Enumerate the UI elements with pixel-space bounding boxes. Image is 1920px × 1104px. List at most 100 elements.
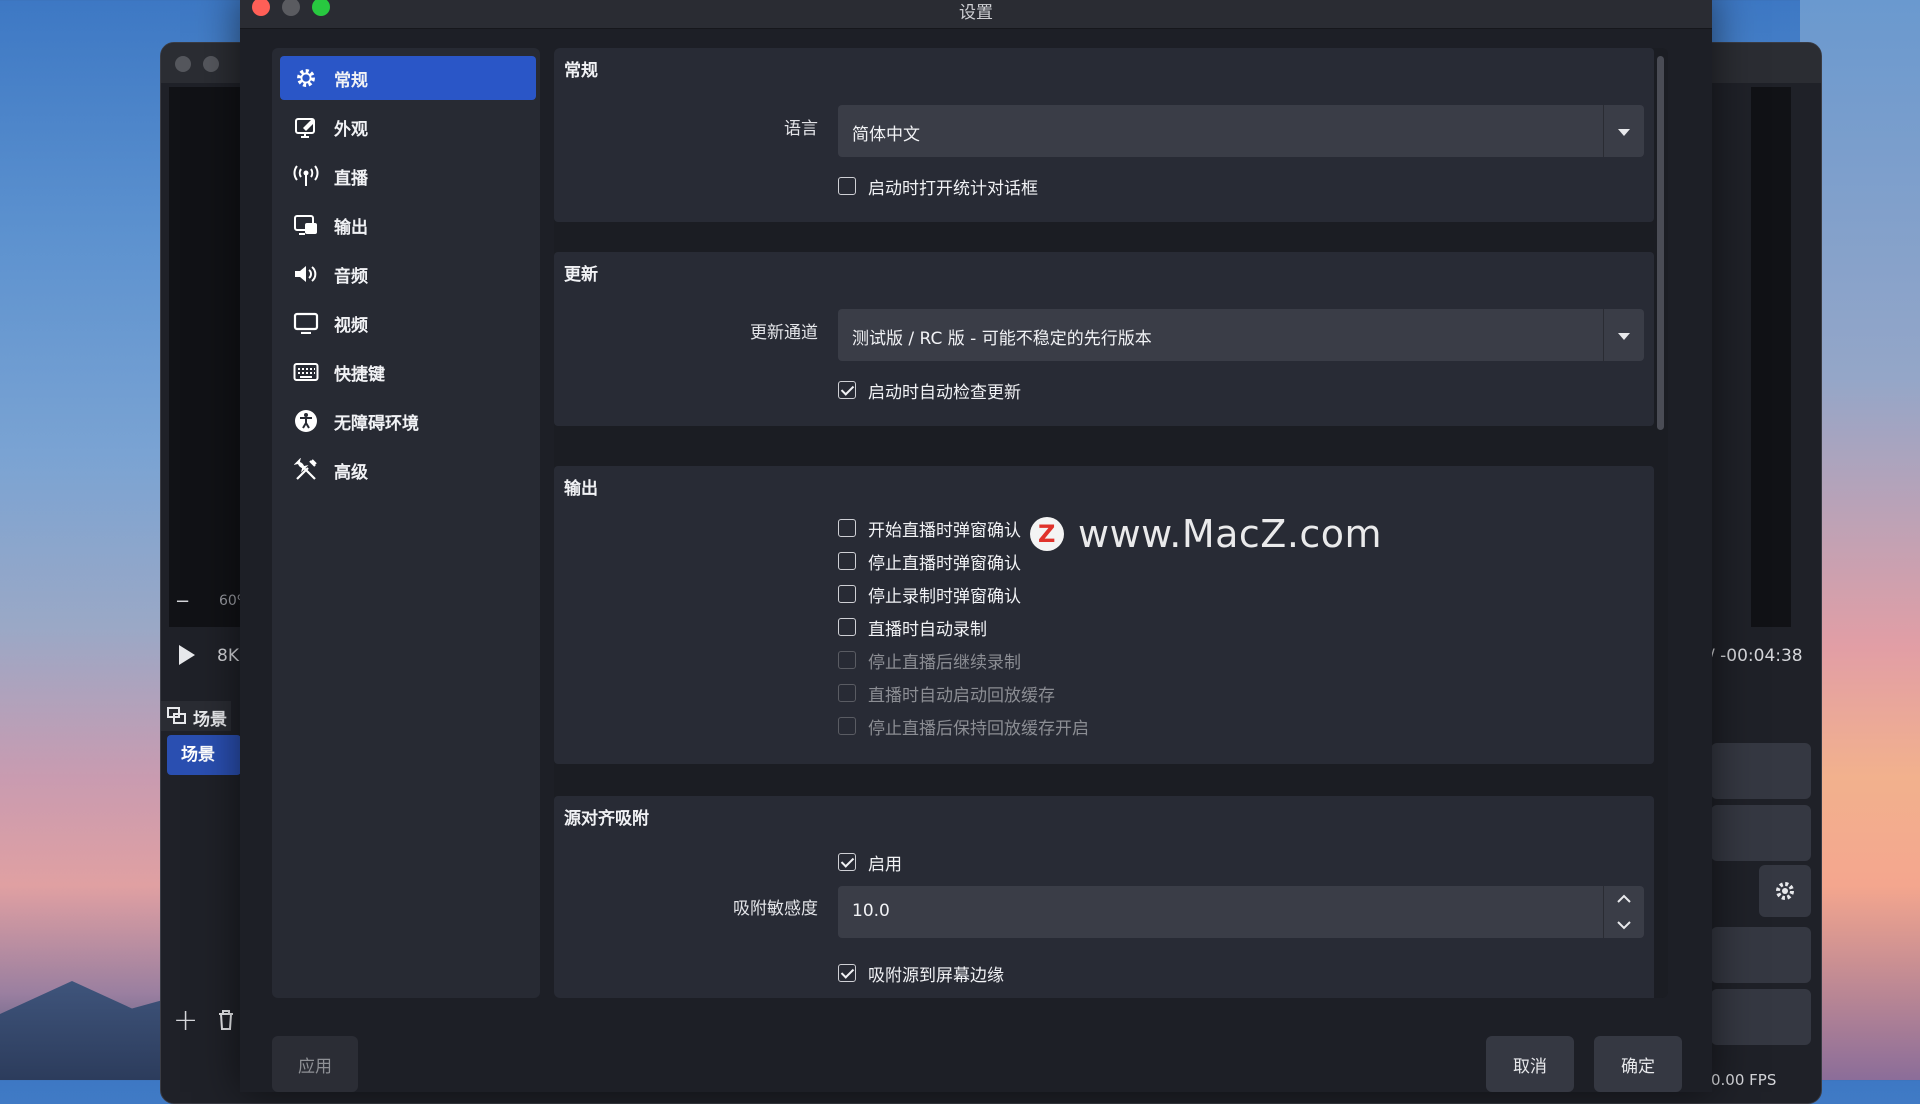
output-title: 输出 [564, 479, 598, 499]
tools-icon [292, 456, 320, 484]
language-label: 语言 [784, 119, 818, 139]
control-button[interactable] [1711, 927, 1811, 983]
checkbox-label: 启用 [868, 854, 902, 875]
update-channel-value: 测试版 / RC 版 - 可能不稳定的先行版本 [852, 329, 1152, 349]
checkbox-box [838, 717, 856, 735]
general-group: 常规 语言 简体中文 启动时打开统计对话框 [554, 48, 1654, 222]
combo-divider [1603, 309, 1604, 361]
general-title: 常规 [564, 61, 598, 81]
checkbox-box [838, 552, 856, 570]
sidebar-item-hotkeys[interactable]: 快捷键 [280, 350, 536, 394]
chevron-up-icon[interactable] [1604, 886, 1644, 912]
spin-buttons [1603, 886, 1644, 938]
combo-divider [1603, 105, 1604, 157]
window-dot [203, 56, 219, 72]
keep-replay-buffer-checkbox[interactable]: 停止直播后保持回放缓存开启 [838, 714, 1089, 739]
checkbox-box [838, 684, 856, 702]
preview-area-right [1751, 87, 1791, 627]
keyboard-icon [292, 358, 320, 386]
checkbox-box [838, 651, 856, 669]
checkbox-label: 吸附源到屏幕边缘 [868, 965, 1004, 986]
zoom-minus[interactable]: − [175, 591, 190, 612]
sidebar-item-audio[interactable]: 音频 [280, 252, 536, 296]
speaker-icon [292, 260, 320, 288]
antenna-icon [292, 162, 320, 190]
scenes-title: 场景 [193, 710, 227, 730]
chevron-down-icon[interactable] [1604, 912, 1644, 938]
language-select[interactable]: 简体中文 [838, 105, 1644, 157]
snap-screen-edge-checkbox[interactable]: 吸附源到屏幕边缘 [838, 961, 1004, 986]
snap-sensitivity-label: 吸附敏感度 [733, 899, 818, 919]
window-dot [175, 56, 191, 72]
scenes-icon [167, 707, 187, 730]
sidebar-item-general[interactable]: 常规 [280, 56, 536, 100]
play-icon[interactable] [177, 643, 197, 672]
snapping-title: 源对齐吸附 [564, 809, 649, 829]
sidebar-item-label: 无障碍环境 [334, 413, 419, 434]
snapping-enable-checkbox[interactable]: 启用 [838, 850, 902, 875]
language-value: 简体中文 [852, 125, 920, 145]
checkbox-box [838, 964, 856, 982]
auto-record-checkbox[interactable]: 直播时自动录制 [838, 615, 987, 640]
checkbox-label: 停止直播时弹窗确认 [868, 553, 1021, 574]
settings-dialog: 设置 常规 外观 直播 输出 音频 视频 快捷键 无障碍环境 高级 常规 语言 … [240, 0, 1712, 1092]
dialog-title: 设置 [959, 3, 993, 23]
checkbox-box [838, 853, 856, 871]
checkbox-label: 启动时打开统计对话框 [868, 178, 1038, 199]
sidebar-item-accessibility[interactable]: 无障碍环境 [280, 399, 536, 443]
accessibility-icon [292, 407, 320, 435]
update-channel-label: 更新通道 [750, 323, 818, 343]
auto-replay-buffer-checkbox[interactable]: 直播时自动启动回放缓存 [838, 681, 1055, 706]
open-stats-checkbox[interactable]: 启动时打开统计对话框 [838, 174, 1038, 199]
ok-button[interactable]: 确定 [1594, 1036, 1682, 1092]
monitor-icon [292, 309, 320, 337]
gear-icon [292, 64, 320, 92]
sidebar-item-video[interactable]: 视频 [280, 301, 536, 345]
confirm-stop-stream-checkbox[interactable]: 停止直播时弹窗确认 [838, 549, 1021, 574]
sidebar-item-label: 输出 [334, 217, 368, 238]
checkbox-box [838, 618, 856, 636]
scene-item[interactable]: 场景 [167, 735, 241, 775]
snapping-group: 源对齐吸附 启用 吸附敏感度 10.0 吸附源到屏幕边缘 [554, 796, 1654, 998]
output-icon [292, 211, 320, 239]
confirm-start-stream-checkbox[interactable]: 开始直播时弹窗确认 [838, 516, 1021, 541]
control-button[interactable] [1711, 989, 1811, 1045]
checkbox-label: 直播时自动启动回放缓存 [868, 685, 1055, 706]
sidebar-item-label: 视频 [334, 315, 368, 336]
scenes-header: 场景 [161, 701, 231, 731]
sidebar-item-advanced[interactable]: 高级 [280, 448, 536, 492]
resolution-label: 8K [217, 646, 239, 666]
snap-sensitivity-spinbox[interactable]: 10.0 [838, 886, 1644, 938]
sidebar-item-label: 外观 [334, 119, 368, 140]
checkbox-label: 停止录制时弹窗确认 [868, 586, 1021, 607]
watermark-logo: Z [1030, 517, 1064, 551]
keep-recording-checkbox[interactable]: 停止直播后继续录制 [838, 648, 1021, 673]
trash-icon[interactable] [217, 1009, 235, 1036]
watermark-text: www.MacZ.com [1078, 512, 1383, 556]
sidebar-item-stream[interactable]: 直播 [280, 154, 536, 198]
watermark: Z www.MacZ.com [1030, 512, 1382, 556]
sidebar-item-label: 音频 [334, 266, 368, 287]
checkbox-label: 开始直播时弹窗确认 [868, 520, 1021, 541]
checkbox-box [838, 177, 856, 195]
checkbox-box [838, 519, 856, 537]
control-button[interactable] [1711, 805, 1811, 861]
update-channel-select[interactable]: 测试版 / RC 版 - 可能不稳定的先行版本 [838, 309, 1644, 361]
control-button[interactable] [1711, 743, 1811, 799]
gear-icon[interactable] [1759, 865, 1811, 917]
confirm-stop-record-checkbox[interactable]: 停止录制时弹窗确认 [838, 582, 1021, 607]
cancel-button[interactable]: 取消 [1486, 1036, 1574, 1092]
auto-check-updates-checkbox[interactable]: 启动时自动检查更新 [838, 378, 1021, 403]
add-scene-button[interactable]: + [173, 1003, 198, 1038]
sidebar-item-label: 高级 [334, 462, 368, 483]
settings-sidebar: 常规 外观 直播 输出 音频 视频 快捷键 无障碍环境 高级 [272, 48, 540, 998]
sidebar-item-label: 直播 [334, 168, 368, 189]
checkbox-box [838, 585, 856, 603]
content-scrollbar[interactable] [1657, 56, 1664, 430]
sidebar-item-output[interactable]: 输出 [280, 203, 536, 247]
checkbox-label: 直播时自动录制 [868, 619, 987, 640]
appearance-icon [292, 113, 320, 141]
apply-button[interactable]: 应用 [272, 1036, 358, 1092]
checkbox-label: 停止直播后保持回放缓存开启 [868, 718, 1089, 739]
sidebar-item-appearance[interactable]: 外观 [280, 105, 536, 149]
